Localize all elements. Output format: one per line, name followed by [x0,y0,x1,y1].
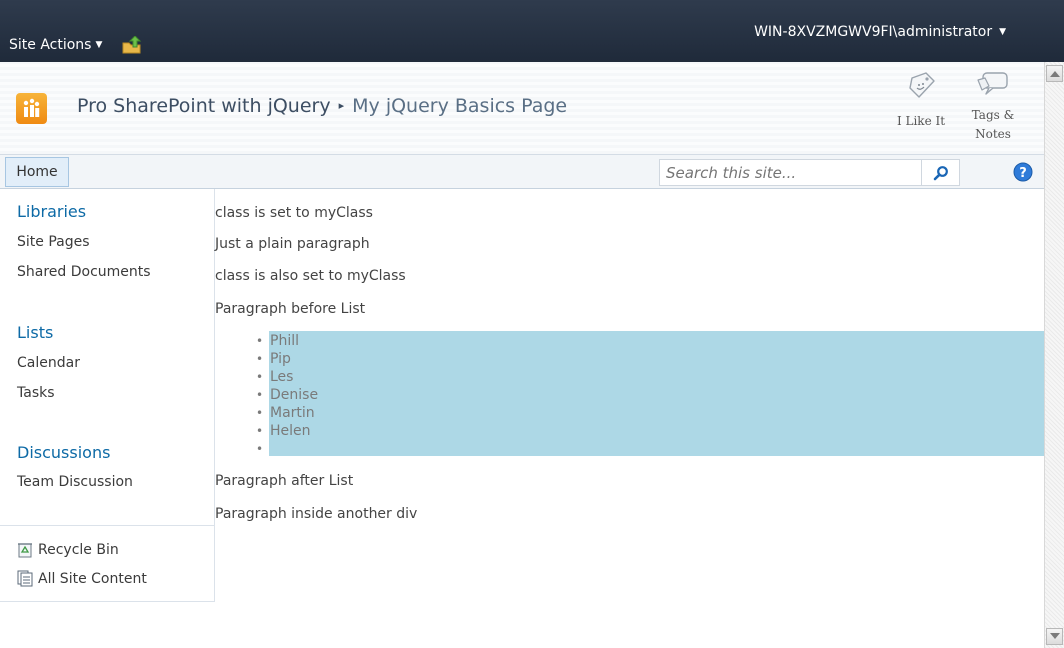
title-area: Pro SharePoint with jQuery ▸ My jQuery Bas… [0,62,1044,154]
tags-notes-label-line2: Notes [975,127,1011,141]
sidebar-heading-libraries[interactable]: Libraries [17,202,86,221]
sidebar-item-team-discussion[interactable]: Team Discussion [17,474,133,490]
search-input[interactable] [659,159,922,186]
site-actions-menu[interactable]: Site Actions ▼ [9,37,102,53]
sidebar-divider [0,525,214,526]
breadcrumb-site-link[interactable]: Pro SharePoint with jQuery [77,95,331,117]
sidebar-item-calendar[interactable]: Calendar [17,355,80,371]
user-menu[interactable]: WIN-8XVZMGWV9FI\administrator ▼ [754,24,1006,40]
all-site-content-icon [17,570,33,587]
all-site-content-link[interactable]: All Site Content [17,570,147,587]
all-site-content-label: All Site Content [38,571,147,587]
like-tag-icon [909,72,935,98]
top-navigation-bar: Home ? [0,154,1044,189]
person-list: • Phill • Pip • Les • Denise • Martin • Helen … [256,332,319,458]
tags-notes-icon [977,72,1008,95]
scroll-down-button[interactable] [1046,628,1063,645]
tags-notes-label-line1: Tags & [971,108,1015,122]
paragraph-myclass: class is set to myClass [215,205,373,221]
sidebar-item-site-pages[interactable]: Site Pages [17,234,90,250]
paragraph-after-list: Paragraph after List [215,473,354,489]
breadcrumb-current-page: My jQuery Basics Page [352,95,568,117]
chevron-down-icon [1050,633,1060,639]
chevron-up-icon [1050,71,1060,77]
chevron-down-icon: ▼ [999,27,1006,37]
site-actions-label: Site Actions [9,37,92,53]
list-item: • Pip [256,351,291,367]
sidebar-heading-discussions[interactable]: Discussions [17,443,110,462]
navigate-up-icon[interactable] [122,35,142,58]
list-item: • Martin [256,405,315,421]
sidebar-item-shared-documents[interactable]: Shared Documents [17,264,151,280]
recycle-bin-icon [18,543,32,558]
paragraph-also-myclass: class is also set to myClass [215,268,406,284]
paragraph-plain: Just a plain paragraph [215,236,370,252]
help-icon[interactable]: ? [1013,162,1033,186]
user-name: WIN-8XVZMGWV9FI\administrator [754,24,993,40]
list-item: • Helen [256,423,311,439]
recycle-bin-label: Recycle Bin [38,542,119,558]
sidebar-heading-lists[interactable]: Lists [17,323,53,342]
sidebar-item-tasks[interactable]: Tasks [17,385,55,401]
list-item: • [256,442,264,456]
list-item: • Les [256,369,294,385]
paragraph-inside-div: Paragraph inside another div [215,506,418,522]
quick-launch-sidebar: Libraries Site Pages Shared Documents Li… [0,189,215,602]
breadcrumb-separator: ▸ [338,99,345,112]
paragraph-before-list: Paragraph before List [215,301,366,317]
i-like-it-button[interactable]: I Like It [888,70,954,129]
ribbon-bar: Site Actions ▼ WIN-8XVZMGWV9FI\administra… [0,0,1064,62]
search-button[interactable] [922,159,960,186]
site-logo-icon[interactable] [16,93,47,124]
chevron-down-icon: ▼ [95,40,103,50]
tags-notes-button[interactable]: Tags & Notes [960,70,1026,142]
breadcrumb: Pro SharePoint with jQuery ▸ My jQuery Bas… [77,95,567,117]
main-content: class is set to myClass Just a plain par… [215,189,1044,648]
list-item: • Denise [256,387,319,403]
highlighted-list: • Phill • Pip • Les • Denise • Martin • Helen … [256,331,1044,458]
vertical-scrollbar[interactable] [1044,62,1064,648]
svg-text:?: ? [1019,166,1027,181]
recycle-bin-link[interactable]: Recycle Bin [17,541,119,558]
scroll-up-button[interactable] [1046,65,1063,82]
list-item: • Phill [256,333,299,349]
search-icon [933,166,948,181]
i-like-it-label: I Like It [896,114,946,128]
tab-home[interactable]: Home [5,157,69,187]
